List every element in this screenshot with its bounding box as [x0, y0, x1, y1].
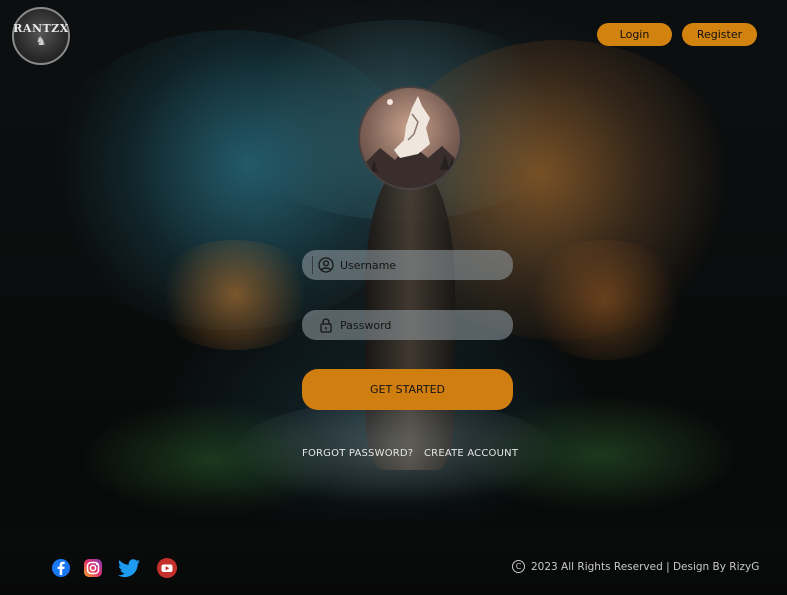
facebook-icon[interactable]: [50, 557, 72, 579]
create-account-link[interactable]: CREATE ACCOUNT: [424, 448, 518, 459]
brand-logo[interactable]: RANTZX ♞: [12, 7, 70, 65]
copyright-notice: C 2023 All Rights Reserved | Design By R…: [512, 560, 759, 573]
instagram-icon[interactable]: [82, 557, 104, 579]
user-icon: [318, 257, 334, 273]
password-input[interactable]: [340, 318, 490, 332]
youtube-icon[interactable]: [156, 557, 178, 579]
twitter-icon[interactable]: [116, 557, 142, 579]
login-button[interactable]: Login: [597, 23, 672, 46]
username-input[interactable]: [340, 258, 490, 272]
logo-text: RANTZX: [13, 21, 69, 35]
forgot-password-link[interactable]: FORGOT PASSWORD?: [302, 448, 413, 459]
lock-icon: [320, 318, 332, 333]
copyright-icon: C: [512, 560, 525, 573]
register-button[interactable]: Register: [682, 23, 757, 46]
deer-icon: ♞: [35, 33, 47, 48]
copyright-text: 2023 All Rights Reserved | Design By Riz…: [531, 560, 760, 573]
get-started-button[interactable]: GET STARTED: [302, 369, 513, 410]
wolf-emblem: [358, 86, 462, 190]
username-field[interactable]: [302, 250, 513, 280]
password-field[interactable]: [302, 310, 513, 340]
